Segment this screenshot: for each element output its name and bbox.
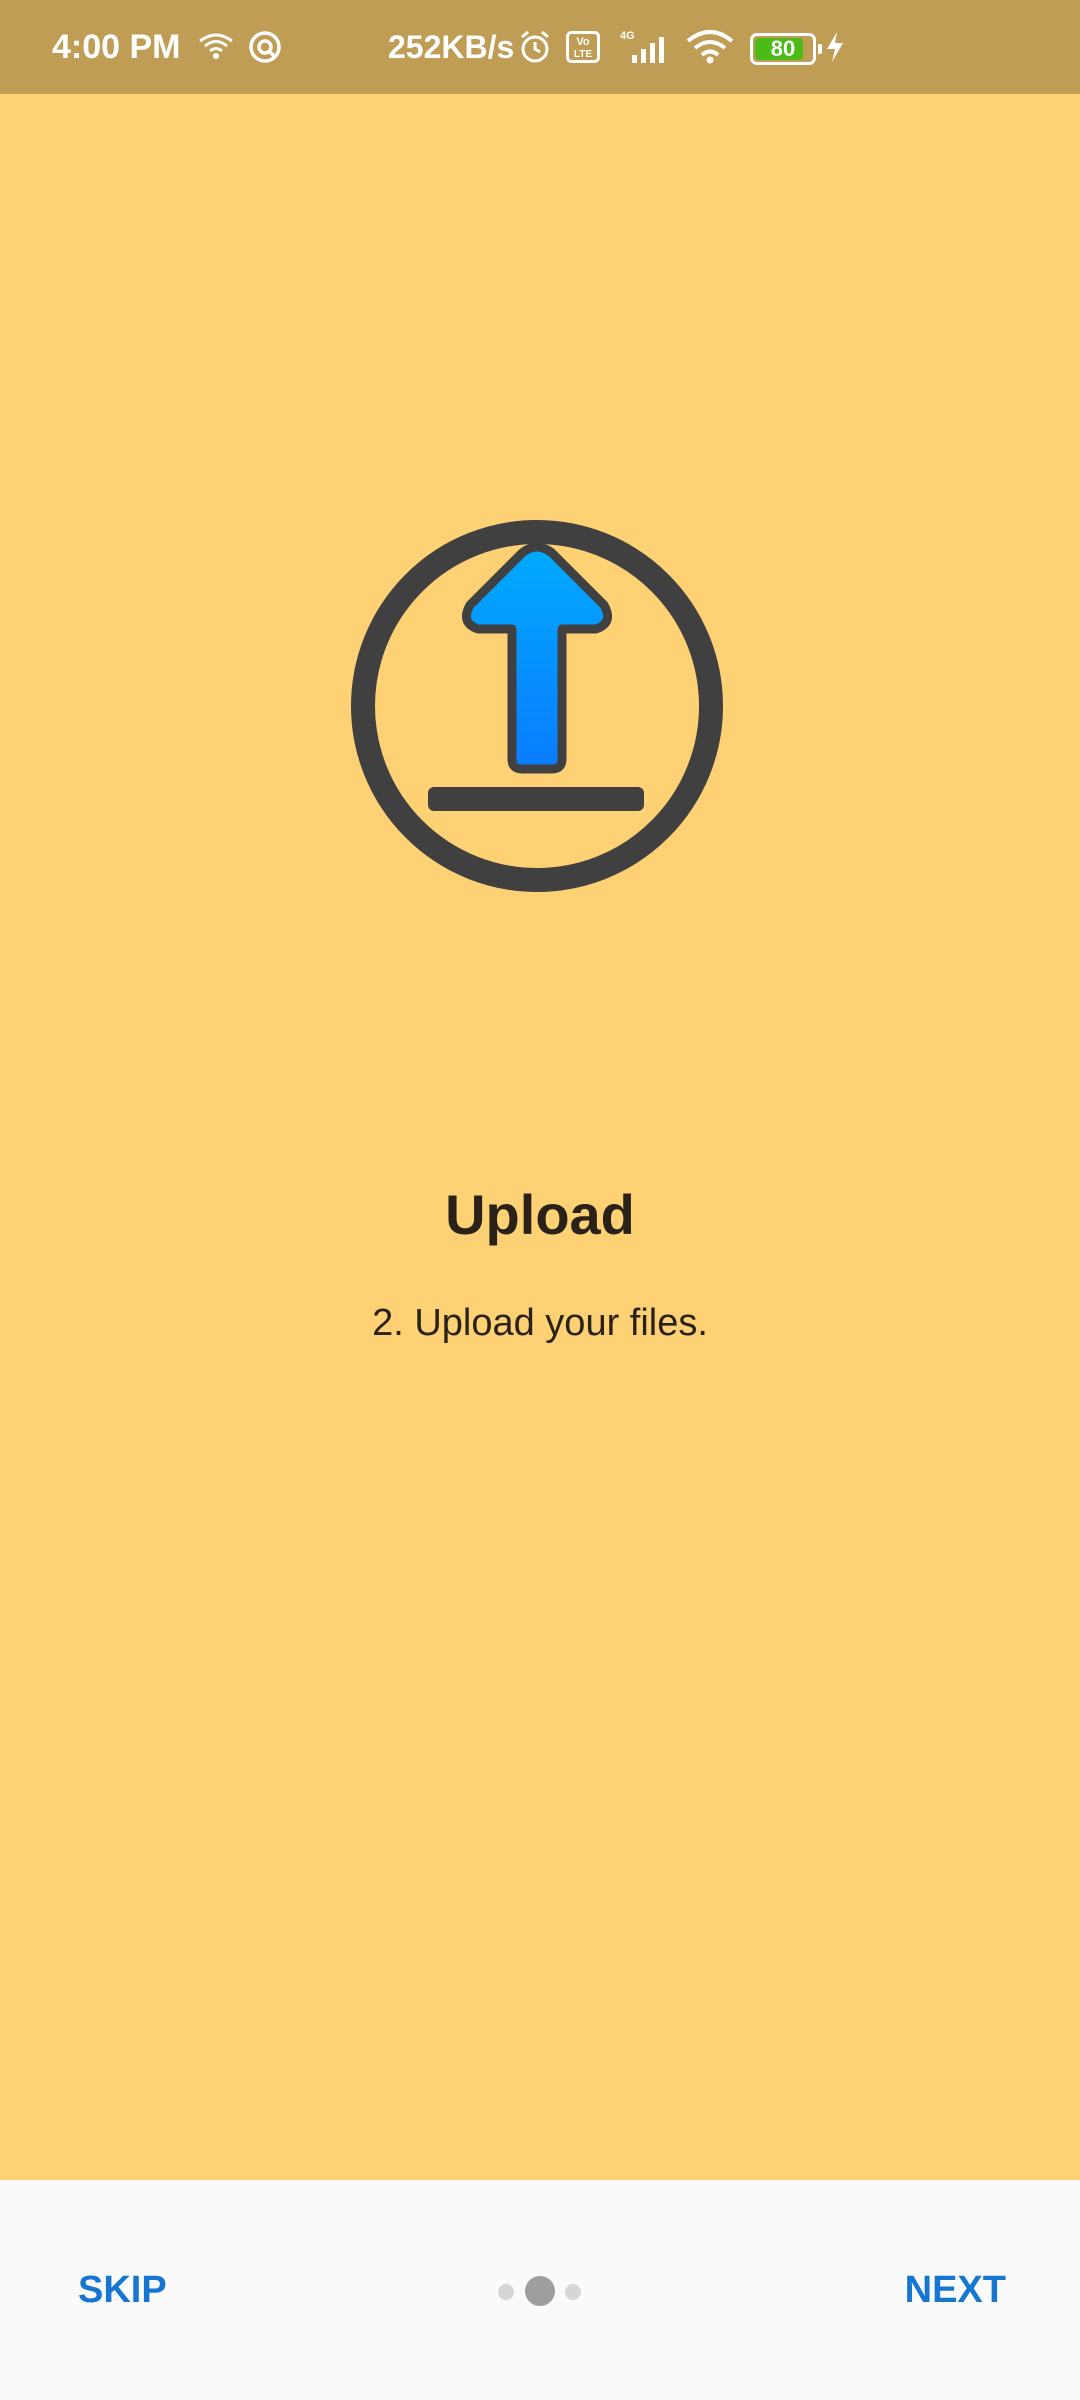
charging-icon [824,0,846,94]
battery-nub [818,44,822,54]
next-button[interactable]: NEXT [905,2180,1006,2400]
volte-icon: Vo LTE [566,0,600,94]
svg-text:LTE: LTE [574,49,592,60]
page-dot-2-active[interactable] [525,2276,555,2306]
skip-button[interactable]: SKIP [78,2180,167,2400]
network-speed: 252KB/s [388,29,515,65]
status-bar: 4:00 PM 252KB/s Vo LTE 4G 80 [0,0,1080,94]
page-dot-3[interactable] [565,2284,581,2300]
svg-text:Vo: Vo [576,36,590,48]
page-dot-1[interactable] [498,2284,514,2300]
upload-arrow-in-circle-icon [351,520,723,892]
status-time: 4:00 PM [52,28,181,66]
wifi-icon [686,0,734,94]
page-subtitle: 2. Upload your files. [372,1302,708,1344]
vpn-icon [248,0,282,94]
page-title: Upload [445,1183,635,1246]
svg-text:4G: 4G [620,30,635,42]
battery-level: 80 [770,36,796,61]
signal-4g-icon: 4G [614,0,672,94]
wifi-calling-icon [198,0,234,94]
alarm-icon [518,0,552,94]
upload-illustration [350,519,724,893]
battery-icon: 80 [750,33,822,65]
bottom-navigation-bar: SKIP NEXT [0,2180,1080,2400]
